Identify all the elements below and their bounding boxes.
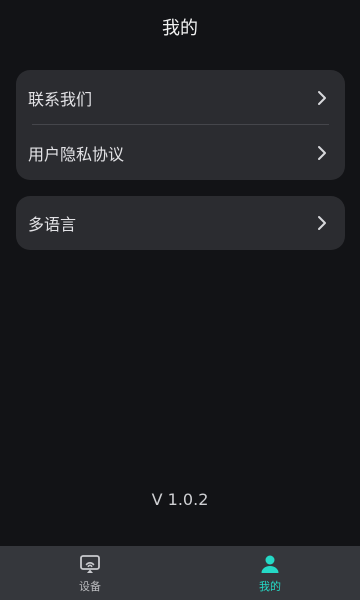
language-item[interactable]: 多语言 (16, 196, 345, 250)
privacy-policy-label: 用户隐私协议 (28, 144, 125, 164)
tab-device[interactable]: 设备 (0, 546, 180, 600)
chevron-right-icon (318, 145, 326, 160)
contact-us-label: 联系我们 (28, 89, 93, 109)
app-screen: 我的 联系我们 用户隐私协议 多语言 V 1.0.2 设备 我的 (0, 0, 360, 600)
contact-us-item[interactable]: 联系我们 (16, 70, 345, 125)
bottom-tab-bar: 设备 我的 (0, 546, 360, 600)
app-version: V 1.0.2 (151, 490, 209, 509)
page-title: 我的 (162, 18, 198, 39)
chevron-right-icon (318, 90, 326, 105)
language-label: 多语言 (28, 215, 77, 234)
device-screen-icon (80, 554, 100, 573)
tab-mine[interactable]: 我的 (180, 546, 360, 600)
user-icon (261, 555, 279, 573)
settings-card-primary: 联系我们 用户隐私协议 (16, 70, 345, 180)
tab-mine-label: 我的 (259, 579, 281, 593)
settings-card-language: 多语言 (16, 196, 345, 250)
privacy-policy-item[interactable]: 用户隐私协议 (16, 125, 345, 180)
chevron-right-icon (318, 216, 326, 230)
tab-device-label: 设备 (79, 579, 101, 593)
